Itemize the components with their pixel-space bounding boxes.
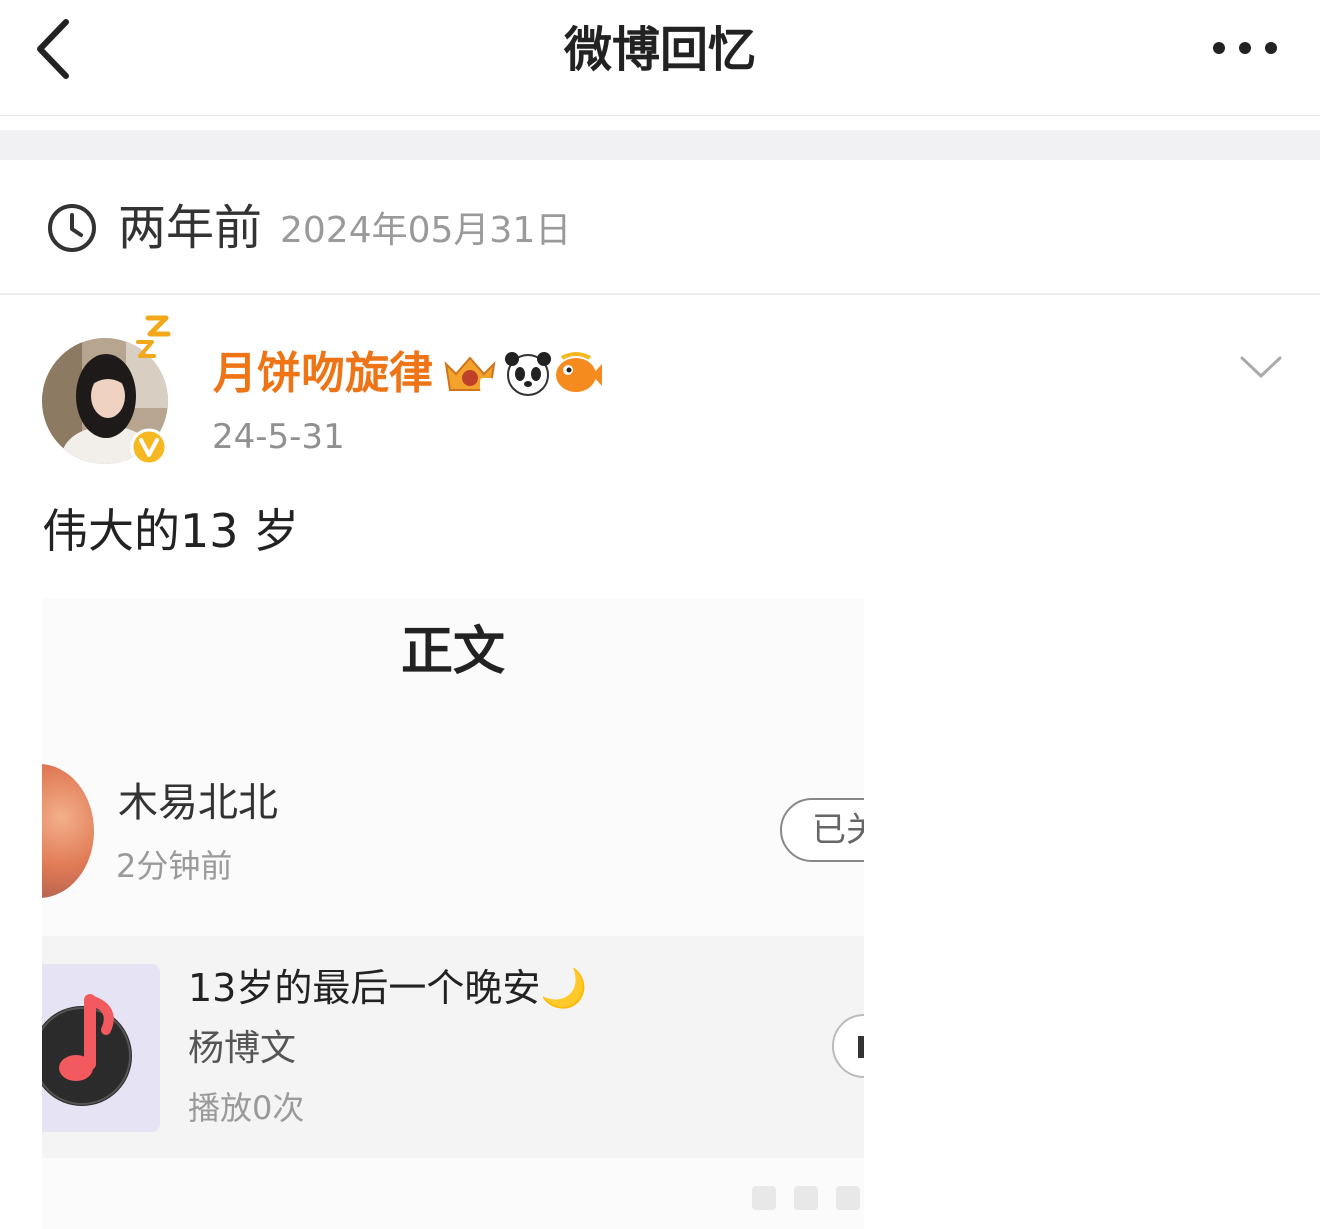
author-name[interactable]: 月饼吻旋律: [213, 344, 433, 404]
embedded-user-avatar: [42, 764, 94, 898]
embedded-post-time: 2分钟前: [116, 847, 233, 885]
post-text: 伟大的13 岁: [42, 504, 300, 558]
chevron-down-icon: [1240, 356, 1282, 378]
nav-bar: 微博回忆: [0, 0, 1320, 116]
fish-icon: [556, 352, 602, 392]
play-count: 播放0次: [188, 1089, 305, 1127]
music-cover: [42, 964, 160, 1132]
crown-badge-icon: [444, 356, 496, 392]
embedded-follow-button: 已关: [780, 798, 864, 862]
page-title: 微博回忆: [563, 22, 756, 78]
song-title: 13岁的最后一个晚安🌙: [188, 966, 588, 1010]
section-separator: [0, 130, 1320, 160]
verified-v-icon: [130, 428, 168, 466]
sleep-z-icon: [136, 315, 171, 358]
embedded-follow-label: 已关: [812, 810, 864, 850]
embedded-music-card: 13岁的最后一个晚安🌙 杨博文 播放0次: [42, 936, 864, 1158]
post-menu-button[interactable]: [1236, 350, 1286, 384]
more-button[interactable]: [1200, 28, 1290, 68]
memory-header: 两年前 2024年05月31日: [0, 160, 1320, 295]
post-image[interactable]: 正文 木易北北 2分钟前 已关 13岁的最后一个晚安🌙 杨博文 播放0次: [42, 598, 864, 1229]
embedded-page-title: 正文: [400, 622, 505, 682]
clock-icon: [48, 204, 96, 252]
memory-ago-label: 两年前: [118, 200, 263, 256]
embedded-user-name: 木易北北: [118, 780, 278, 826]
more-dots-icon: [1213, 42, 1277, 54]
play-icon: [832, 1014, 864, 1078]
post-date: 24-5-31: [212, 417, 345, 457]
memory-date: 2024年05月31日: [280, 210, 572, 251]
user-badges: [444, 352, 602, 396]
music-note-icon: [42, 994, 132, 1106]
panda-icon: [505, 352, 551, 396]
song-artist: 杨博文: [188, 1028, 297, 1069]
embedded-bottom-icons: [752, 1186, 860, 1210]
